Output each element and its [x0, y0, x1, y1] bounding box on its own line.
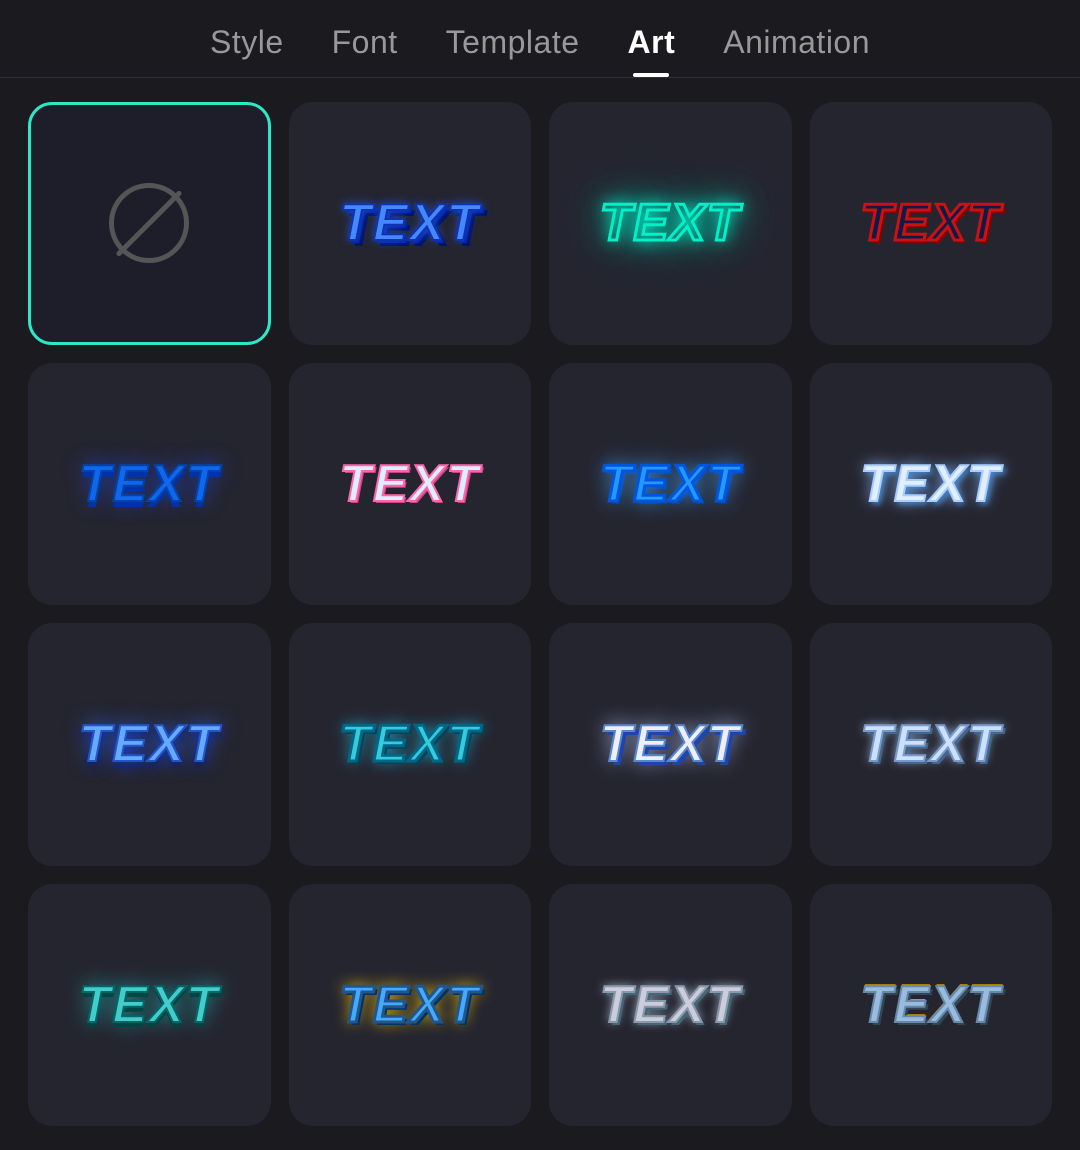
art-style-9-label: TEXT — [339, 718, 480, 770]
art-style-1-label: TEXT — [339, 197, 480, 249]
tab-font[interactable]: Font — [332, 24, 398, 77]
art-style-13-label: TEXT — [339, 979, 480, 1031]
art-style-3-label: TEXT — [860, 197, 1001, 249]
art-style-13[interactable]: TEXT — [289, 884, 532, 1127]
art-style-14[interactable]: TEXT — [549, 884, 792, 1127]
art-style-3[interactable]: TEXT — [810, 102, 1053, 345]
art-style-8-label: TEXT — [79, 718, 220, 770]
art-style-6-label: TEXT — [600, 458, 741, 510]
art-style-2[interactable]: TEXT — [549, 102, 792, 345]
art-style-12-label: TEXT — [79, 979, 220, 1031]
tab-style[interactable]: Style — [210, 24, 284, 77]
art-style-5[interactable]: TEXT — [289, 363, 532, 606]
art-style-15-label: TEXT — [860, 979, 1001, 1031]
art-style-11-label: TEXT — [860, 718, 1001, 770]
art-style-5-label: TEXT — [339, 458, 480, 510]
none-icon — [109, 183, 189, 263]
art-style-4[interactable]: TEXT — [28, 363, 271, 606]
art-style-10[interactable]: TEXT — [549, 623, 792, 866]
art-style-1[interactable]: TEXT — [289, 102, 532, 345]
art-style-none[interactable] — [28, 102, 271, 345]
top-navigation: Style Font Template Art Animation — [0, 0, 1080, 78]
art-style-7[interactable]: TEXT — [810, 363, 1053, 606]
art-style-10-label: TEXT — [600, 718, 741, 770]
tab-template[interactable]: Template — [446, 24, 580, 77]
art-style-6[interactable]: TEXT — [549, 363, 792, 606]
art-style-4-label: TEXT — [79, 458, 220, 510]
art-style-15[interactable]: TEXT — [810, 884, 1053, 1127]
tab-animation[interactable]: Animation — [723, 24, 870, 77]
art-style-7-label: TEXT — [860, 458, 1001, 510]
art-style-2-label: TEXT — [600, 197, 741, 249]
art-style-12[interactable]: TEXT — [28, 884, 271, 1127]
art-style-14-label: TEXT — [600, 979, 741, 1031]
art-style-9[interactable]: TEXT — [289, 623, 532, 866]
art-style-11[interactable]: TEXT — [810, 623, 1053, 866]
art-style-grid: TEXT TEXT TEXT TEXT TEXT TEXT TEXT TEXT … — [0, 78, 1080, 1150]
tab-art[interactable]: Art — [628, 24, 676, 77]
art-style-8[interactable]: TEXT — [28, 623, 271, 866]
